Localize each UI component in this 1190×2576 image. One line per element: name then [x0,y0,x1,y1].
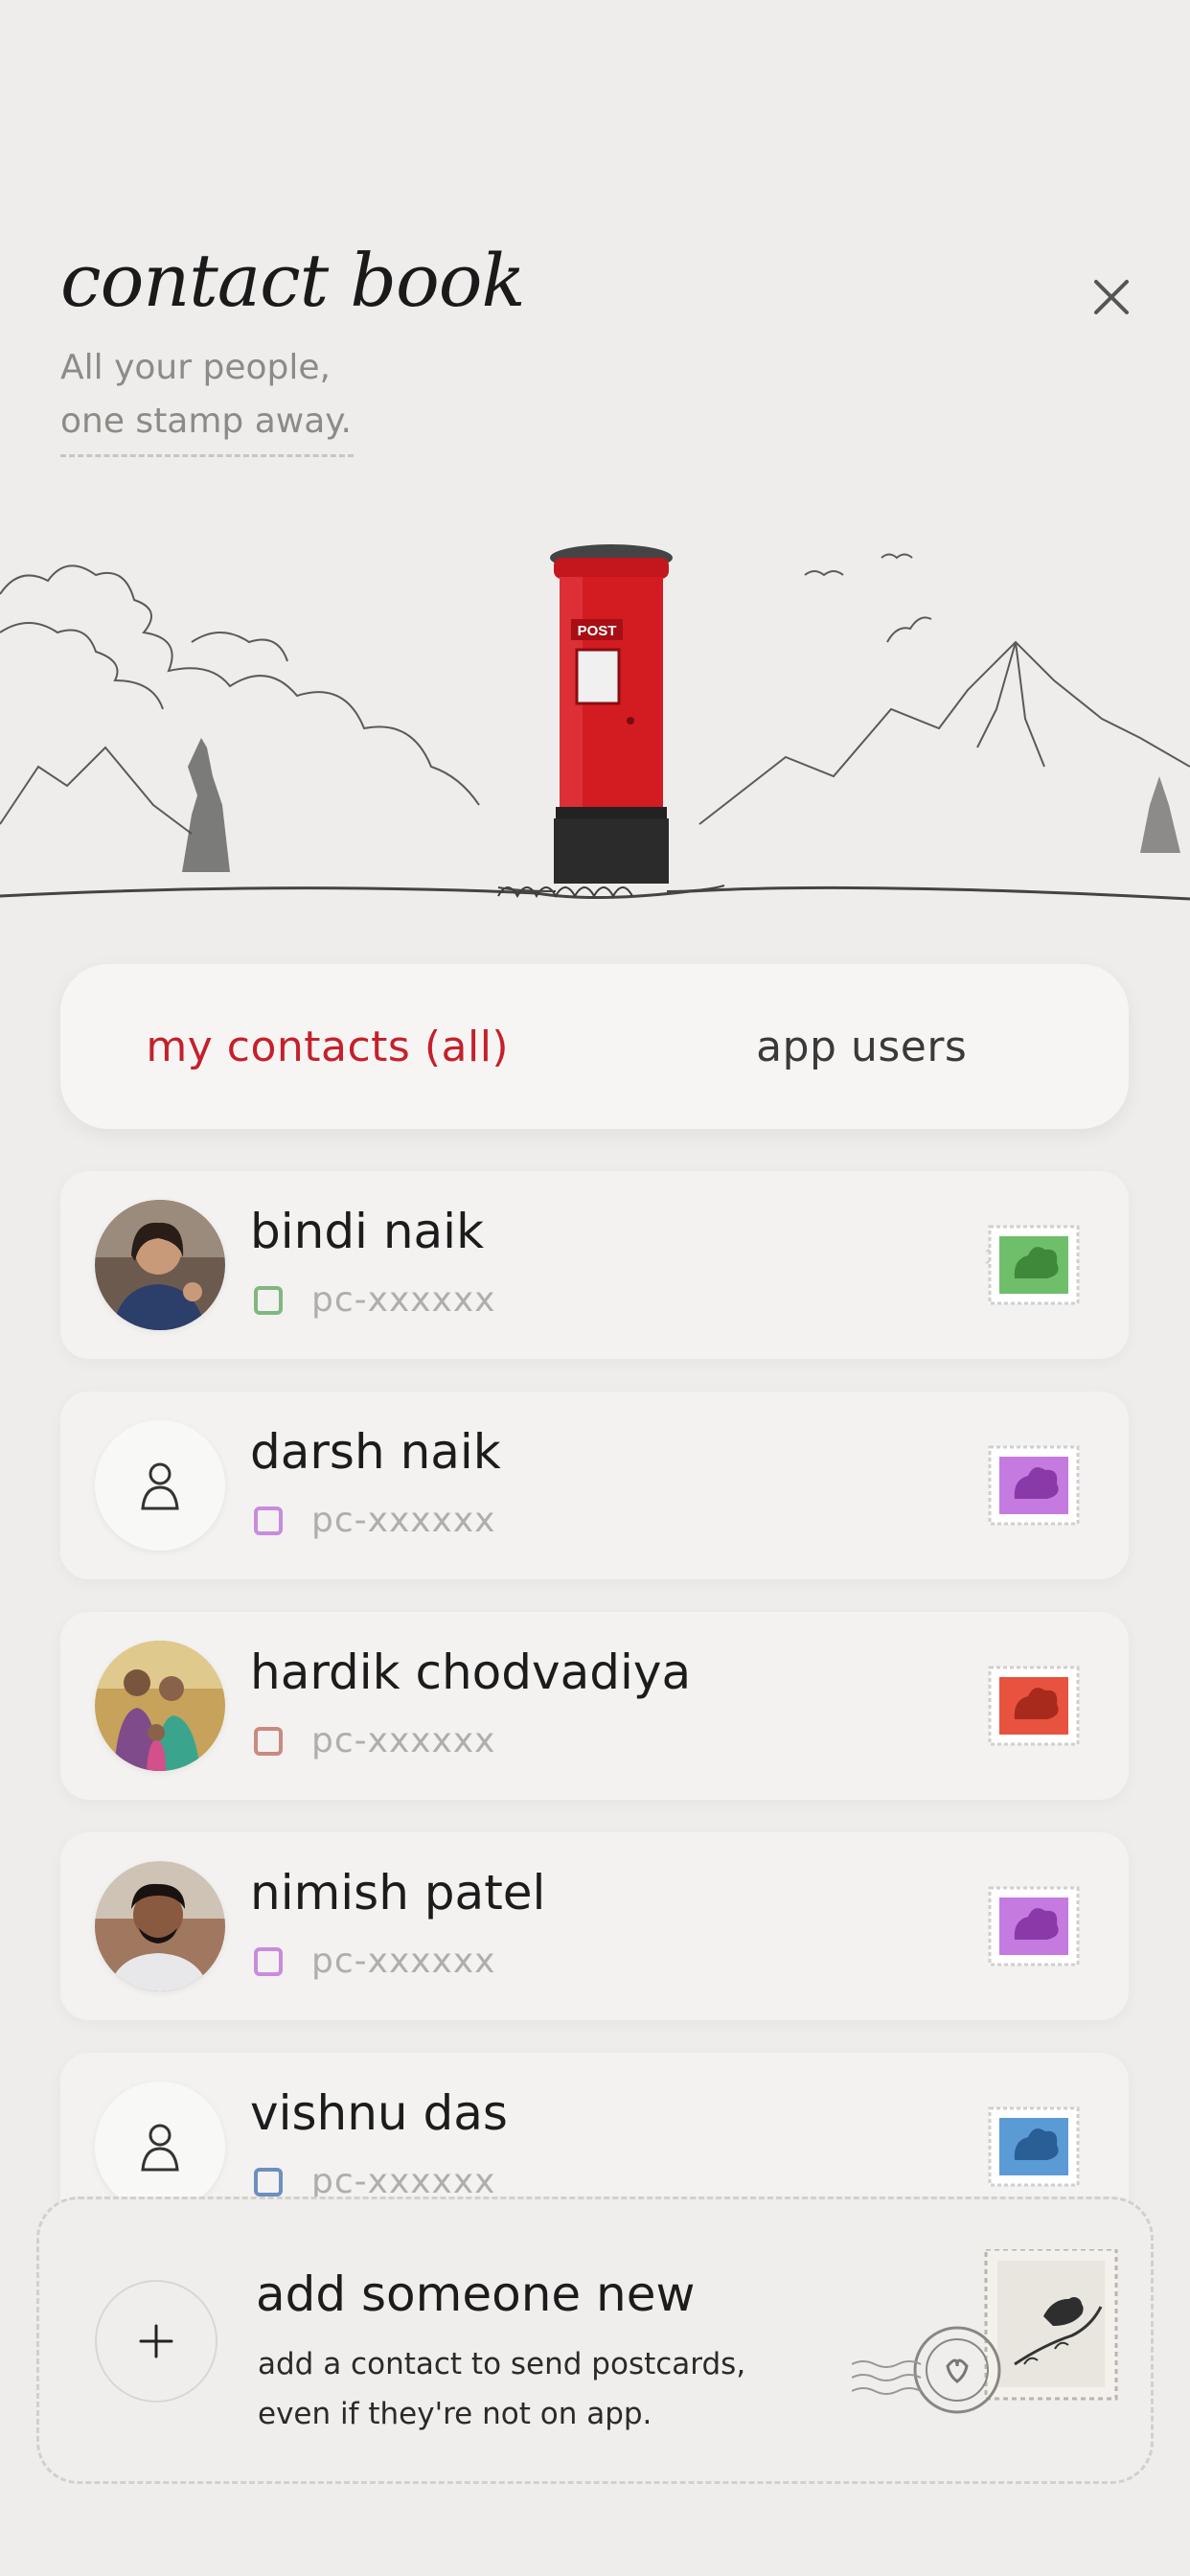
subtitle-line-1: All your people, [60,348,331,387]
stamp-icon [988,1445,1080,1526]
person-icon [141,2124,179,2172]
contact-card[interactable]: darsh naik pc-xxxxxx [60,1392,1129,1579]
postbox-landscape-illustration: POST [0,544,1190,901]
stamp-icon [988,1666,1080,1746]
stamp-icon [988,1886,1080,1966]
red-postbox-icon: POST [497,544,725,892]
avatar [95,1641,225,1771]
close-icon [1094,280,1129,314]
page-subtitle: All your people, one stamp away. [60,341,463,448]
avatar-placeholder [95,1420,225,1551]
add-contact-button[interactable] [95,2280,217,2403]
contact-name: hardik chodvadiya [250,1644,692,1700]
subtitle-line-2: one stamp away. [60,402,352,441]
tab-app-users[interactable]: app users [595,1023,1130,1071]
postcard-code-icon [254,1726,283,1756]
plus-icon [139,2324,173,2358]
postcard-code-icon [254,1506,283,1535]
contacts-tab-bar: my contacts (all) app users [60,964,1129,1129]
add-contact-desc-line-2: even if they're not on app. [258,2397,652,2431]
subtitle-underline [60,454,354,461]
page-title: contact book [60,238,526,323]
postbox-sign: POST [578,623,617,639]
contact-code: pc-xxxxxx [311,2162,496,2201]
avatar-placeholder [95,2082,225,2212]
postcard-code-icon [254,2167,283,2196]
add-contact-description: add a contact to send postcards, even if… [258,2339,745,2439]
contact-card[interactable]: nimish patel pc-xxxxxx [60,1832,1129,2020]
stamp-icon [988,2106,1080,2187]
close-button[interactable] [1085,270,1138,324]
tab-my-contacts[interactable]: my contacts (all) [60,1023,595,1071]
avatar [95,1861,225,1991]
contact-code: pc-xxxxxx [311,1721,496,1760]
postcard-code-icon [254,1285,283,1315]
contact-name: vishnu das [250,2085,508,2141]
bird-stamp-icon [852,2249,1118,2414]
add-contact-title: add someone new [256,2266,696,2322]
contact-card[interactable]: bindi naik pc-xxxxxx [60,1171,1129,1359]
stamp-icon [986,1225,1080,1305]
contact-card[interactable]: hardik chodvadiya pc-xxxxxx [60,1612,1129,1800]
postcard-code-icon [254,1946,283,1976]
contact-name: darsh naik [250,1424,501,1480]
add-contact-card[interactable]: add someone new add a contact to send po… [36,2196,1154,2484]
contact-code: pc-xxxxxx [311,1501,496,1540]
person-icon [141,1462,179,1510]
avatar [95,1200,225,1330]
contact-code: pc-xxxxxx [311,1942,496,1981]
contact-name: bindi naik [250,1204,485,1259]
contact-name: nimish patel [250,1865,546,1920]
add-contact-desc-line-1: add a contact to send postcards, [258,2347,746,2381]
contact-code: pc-xxxxxx [311,1280,496,1320]
